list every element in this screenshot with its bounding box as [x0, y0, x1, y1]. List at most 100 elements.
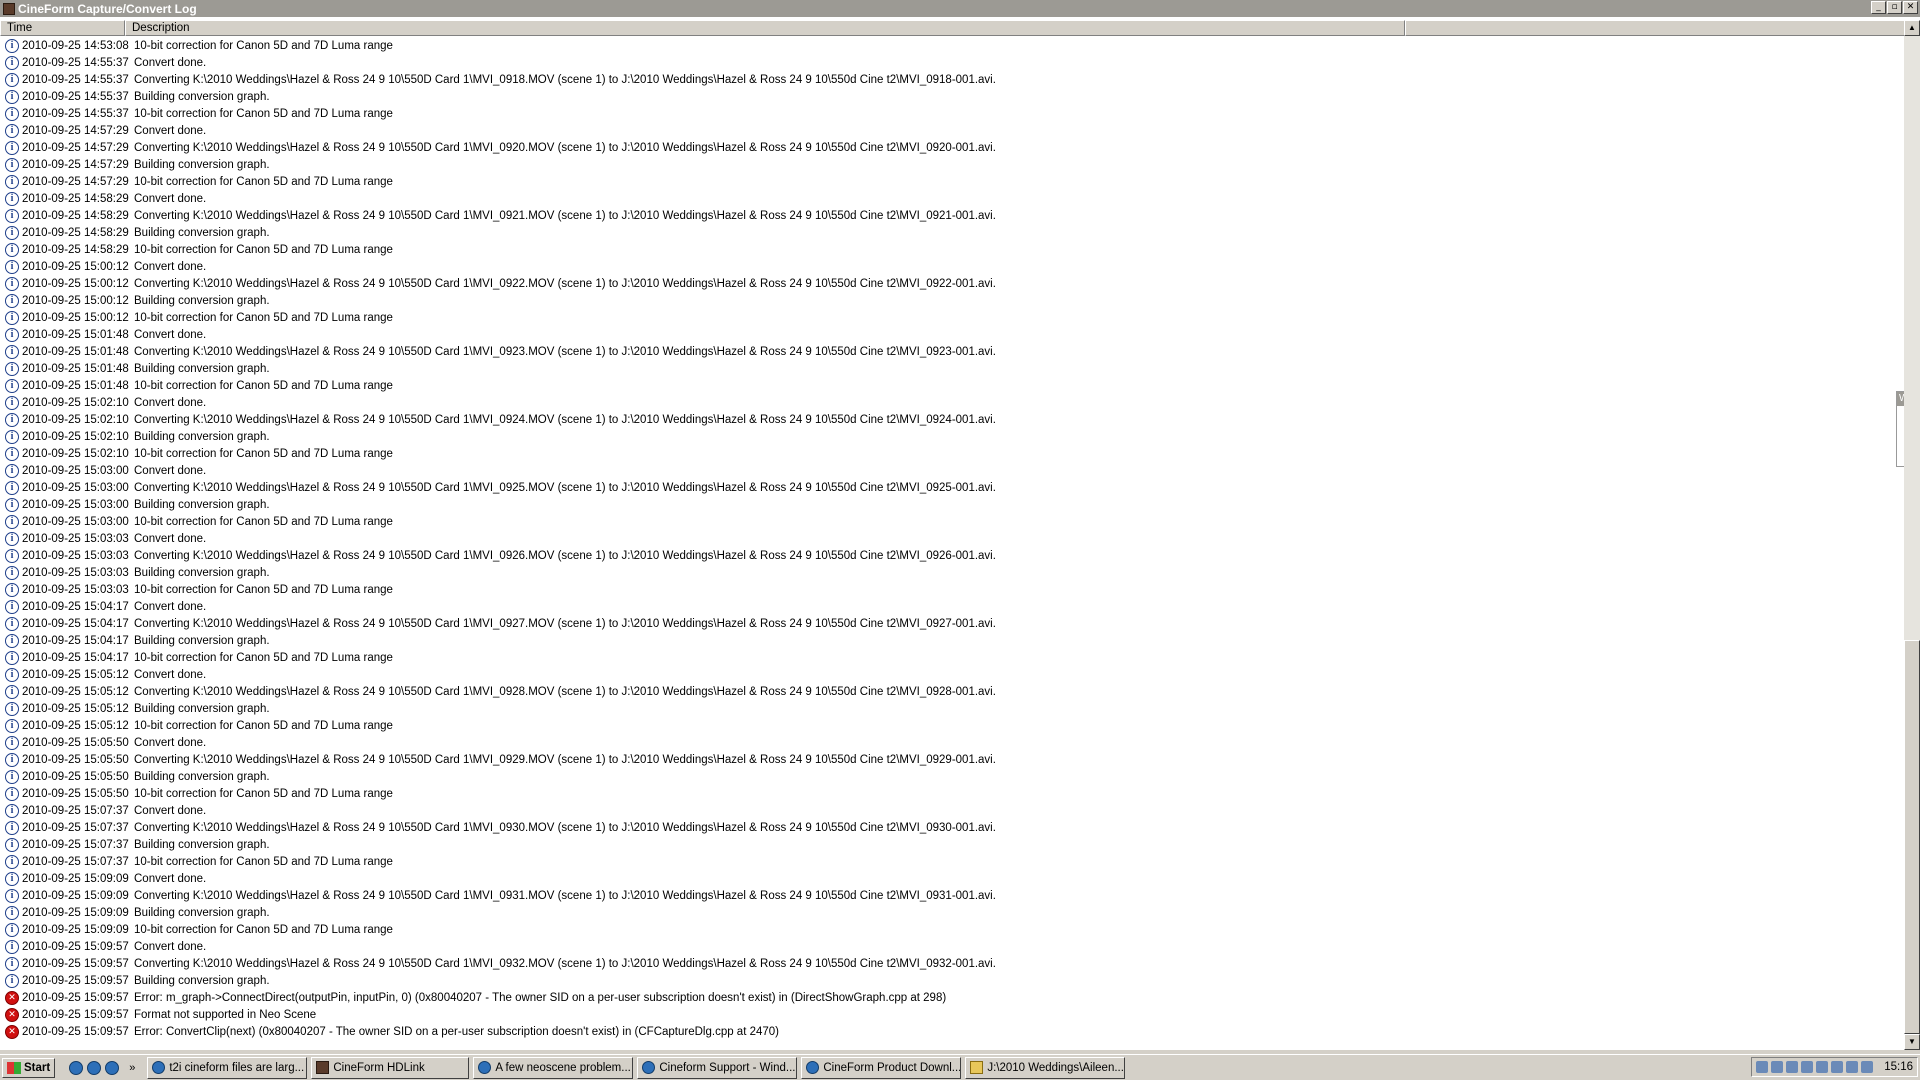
scroll-up-arrow-icon[interactable]: ▲: [1904, 20, 1920, 36]
log-row[interactable]: i 2010-09-25 14:55:37 Building conversion …: [0, 88, 1904, 105]
tray-misc-icon[interactable]: [1861, 1061, 1874, 1073]
log-row[interactable]: i 2010-09-25 15:04:17 Building conversion …: [0, 632, 1904, 649]
log-row[interactable]: i 2010-09-25 14:57:29 Convert done.: [0, 122, 1904, 139]
log-row[interactable]: i 2010-09-25 14:58:29 10-bit correction fo…: [0, 241, 1904, 258]
taskbar-button[interactable]: t2i cineform files are larg...: [147, 1056, 308, 1079]
log-row[interactable]: i 2010-09-25 14:57:29 Building conversion …: [0, 156, 1904, 173]
log-time: 2010-09-25 15:07:37: [22, 855, 129, 868]
log-row[interactable]: i 2010-09-25 15:04:17 Convert done.: [0, 598, 1904, 615]
log-description: 10-bit correction for Canon 5D and 7D Lu…: [134, 447, 393, 460]
log-row[interactable]: i 2010-09-25 15:07:37 10-bit correction fo…: [0, 853, 1904, 870]
tray-clock[interactable]: 15:16: [1884, 1061, 1913, 1073]
taskbar-button[interactable]: Cineform Support - Wind...: [637, 1056, 798, 1079]
log-row[interactable]: i 2010-09-25 15:09:09 Convert done.: [0, 870, 1904, 887]
tray-volume-icon[interactable]: [1846, 1061, 1859, 1073]
log-row[interactable]: i 2010-09-25 15:05:12 Converting K:\2010 W…: [0, 683, 1904, 700]
log-row[interactable]: i 2010-09-25 15:01:48 Converting K:\2010 W…: [0, 343, 1904, 360]
log-row[interactable]: i 2010-09-25 15:00:12 Converting K:\2010 W…: [0, 275, 1904, 292]
log-row[interactable]: i 2010-09-25 15:09:09 Converting K:\2010 W…: [0, 887, 1904, 904]
ie-icon[interactable]: [87, 1060, 102, 1075]
tray-update-icon[interactable]: [1816, 1061, 1829, 1073]
log-row[interactable]: i 2010-09-25 14:55:37 Converting K:\2010 W…: [0, 71, 1904, 88]
log-row[interactable]: i 2010-09-25 15:00:12 10-bit correction fo…: [0, 309, 1904, 326]
log-row[interactable]: i 2010-09-25 15:01:48 10-bit correction fo…: [0, 377, 1904, 394]
log-time: 2010-09-25 15:01:48: [22, 362, 129, 375]
log-row[interactable]: i 2010-09-25 15:05:50 Convert done.: [0, 734, 1904, 751]
tray-monitor-icon[interactable]: [1771, 1061, 1784, 1073]
log-row[interactable]: i 2010-09-25 15:03:00 Building conversion …: [0, 496, 1904, 513]
log-row[interactable]: i 2010-09-25 14:55:37 Convert done.: [0, 54, 1904, 71]
tray-app-icon[interactable]: [1831, 1061, 1844, 1073]
log-time: 2010-09-25 15:05:12: [22, 685, 129, 698]
minimize-button[interactable]: _: [1871, 1, 1886, 14]
log-row[interactable]: i 2010-09-25 15:09:57 Building conversion …: [0, 972, 1904, 989]
log-row[interactable]: i 2010-09-25 15:09:09 10-bit correction fo…: [0, 921, 1904, 938]
log-row[interactable]: i 2010-09-25 15:01:48 Building conversion …: [0, 360, 1904, 377]
media-player-icon[interactable]: [105, 1060, 120, 1075]
log-row[interactable]: ✕ 2010-09-25 15:09:57 Error: m_graph->Conn…: [0, 989, 1904, 1006]
log-row[interactable]: i 2010-09-25 15:00:12 Convert done.: [0, 258, 1904, 275]
taskbar-button[interactable]: J:\2010 Weddings\Aileen...: [965, 1056, 1126, 1079]
log-row[interactable]: i 2010-09-25 15:03:00 10-bit correction fo…: [0, 513, 1904, 530]
log-row[interactable]: i 2010-09-25 15:09:57 Converting K:\2010 W…: [0, 955, 1904, 972]
tray-security-icon[interactable]: [1786, 1061, 1799, 1073]
show-desktop-icon[interactable]: [69, 1060, 84, 1075]
log-row[interactable]: i 2010-09-25 15:03:03 Convert done.: [0, 530, 1904, 547]
error-icon: ✕: [5, 1007, 19, 1022]
log-row[interactable]: i 2010-09-25 15:03:03 10-bit correction fo…: [0, 581, 1904, 598]
log-row[interactable]: i 2010-09-25 14:57:29 10-bit correction fo…: [0, 173, 1904, 190]
log-row[interactable]: i 2010-09-25 15:05:50 Building conversion …: [0, 768, 1904, 785]
log-row[interactable]: i 2010-09-25 15:03:03 Building conversion …: [0, 564, 1904, 581]
log-description: Convert done.: [134, 600, 207, 613]
tray-display-icon[interactable]: [1801, 1061, 1814, 1073]
log-row[interactable]: i 2010-09-25 15:02:10 Converting K:\2010 W…: [0, 411, 1904, 428]
log-row[interactable]: i 2010-09-25 14:58:29 Building conversion …: [0, 224, 1904, 241]
log-row[interactable]: i 2010-09-25 15:04:17 10-bit correction fo…: [0, 649, 1904, 666]
log-row[interactable]: i 2010-09-25 15:09:09 Building conversion …: [0, 904, 1904, 921]
log-row[interactable]: i 2010-09-25 14:55:37 10-bit correction fo…: [0, 105, 1904, 122]
log-row[interactable]: i 2010-09-25 15:03:00 Converting K:\2010 W…: [0, 479, 1904, 496]
log-row[interactable]: i 2010-09-25 14:53:08 10-bit correction fo…: [0, 37, 1904, 54]
log-list[interactable]: i 2010-09-25 14:53:08 10-bit correction fo…: [0, 37, 1904, 1040]
log-row[interactable]: i 2010-09-25 15:09:57 Convert done.: [0, 938, 1904, 955]
vertical-scrollbar[interactable]: ▲ ▼: [1904, 20, 1920, 1050]
tray-network-icon[interactable]: [1756, 1061, 1769, 1073]
column-header-empty[interactable]: [1405, 20, 1905, 36]
log-row[interactable]: i 2010-09-25 15:07:37 Convert done.: [0, 802, 1904, 819]
log-row[interactable]: i 2010-09-25 15:07:37 Converting K:\2010 W…: [0, 819, 1904, 836]
log-row[interactable]: i 2010-09-25 15:01:48 Convert done.: [0, 326, 1904, 343]
close-button[interactable]: ✕: [1903, 1, 1918, 14]
log-row[interactable]: i 2010-09-25 15:02:10 Convert done.: [0, 394, 1904, 411]
log-description: 10-bit correction for Canon 5D and 7D Lu…: [134, 923, 393, 936]
log-row[interactable]: i 2010-09-25 14:57:29 Converting K:\2010 W…: [0, 139, 1904, 156]
log-row[interactable]: i 2010-09-25 15:03:00 Convert done.: [0, 462, 1904, 479]
scroll-thumb[interactable]: [1904, 640, 1920, 1034]
log-row[interactable]: ✕ 2010-09-25 15:09:57 Format not supported…: [0, 1006, 1904, 1023]
column-header-description[interactable]: Description: [125, 20, 1405, 36]
info-icon: i: [5, 242, 19, 257]
taskbar-button[interactable]: A few neoscene problem...: [473, 1056, 634, 1079]
quick-launch-more-button[interactable]: »: [129, 1062, 135, 1074]
log-row[interactable]: i 2010-09-25 15:03:03 Converting K:\2010 W…: [0, 547, 1904, 564]
taskbar-button[interactable]: CineForm Product Downl...: [801, 1056, 962, 1079]
column-header-time[interactable]: Time: [0, 20, 125, 36]
title-bar[interactable]: CineForm Capture/Convert Log _ ▫ ✕: [0, 0, 1920, 17]
restore-button[interactable]: ▫: [1887, 1, 1902, 14]
log-row[interactable]: i 2010-09-25 14:58:29 Converting K:\2010 W…: [0, 207, 1904, 224]
scroll-down-arrow-icon[interactable]: ▼: [1904, 1034, 1920, 1050]
start-button[interactable]: Start: [2, 1057, 56, 1078]
log-row[interactable]: i 2010-09-25 15:04:17 Converting K:\2010 W…: [0, 615, 1904, 632]
log-row[interactable]: i 2010-09-25 15:02:10 10-bit correction fo…: [0, 445, 1904, 462]
log-row[interactable]: ✕ 2010-09-25 15:09:57 Error: ConvertClip(n…: [0, 1023, 1904, 1040]
taskbar-button[interactable]: CineForm HDLink: [311, 1056, 470, 1079]
log-row[interactable]: i 2010-09-25 15:05:12 10-bit correction fo…: [0, 717, 1904, 734]
log-row[interactable]: i 2010-09-25 15:05:50 10-bit correction fo…: [0, 785, 1904, 802]
log-row[interactable]: i 2010-09-25 15:05:50 Converting K:\2010 W…: [0, 751, 1904, 768]
log-row[interactable]: i 2010-09-25 15:05:12 Building conversion …: [0, 700, 1904, 717]
log-row[interactable]: i 2010-09-25 15:07:37 Building conversion …: [0, 836, 1904, 853]
log-row[interactable]: i 2010-09-25 15:05:12 Convert done.: [0, 666, 1904, 683]
log-row[interactable]: i 2010-09-25 15:02:10 Building conversion …: [0, 428, 1904, 445]
log-row[interactable]: i 2010-09-25 14:58:29 Convert done.: [0, 190, 1904, 207]
log-row[interactable]: i 2010-09-25 15:00:12 Building conversion …: [0, 292, 1904, 309]
info-icon: i: [5, 514, 19, 529]
